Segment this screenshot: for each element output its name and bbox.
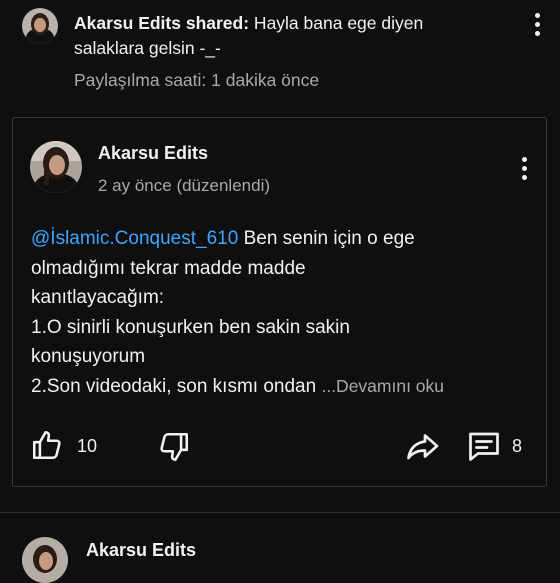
mention-link[interactable]: @İslamic.Conquest_610 [31,228,238,249]
thumb-down-icon [160,432,189,462]
body-line2: olmadığımı tekrar madde madde [31,257,306,279]
share-time: Paylaşılma saati: 1 dakika önce [74,70,320,90]
post-more-icon[interactable] [512,150,536,186]
share-icon [407,434,439,460]
post-author-avatar[interactable] [30,141,82,193]
share-more-icon[interactable] [525,6,549,42]
comment-count: 8 [512,436,523,456]
comment-icon [469,432,499,461]
thumb-up-icon [32,430,61,460]
share-message-line1: Hayla bana ege diyen [249,13,424,33]
like-count: 10 [77,436,98,456]
dislike-button[interactable] [157,429,191,465]
read-more-link[interactable]: ...Devamını oku [321,376,444,396]
sharer-avatar[interactable] [22,8,58,44]
post-time: 2 ay önce (düzenlendi) [98,176,271,195]
share-message-line2: salaklara gelsin -_- [74,38,221,58]
share-button[interactable] [404,428,440,464]
next-post-author[interactable]: Akarsu Edits [86,540,196,561]
body-line1-rest: Ben senin için o ege [238,228,415,249]
body-line3: kanıtlayacağım: [31,287,165,308]
body-line6: 2.Son videodaki, son kısmı ondan [31,375,322,397]
post-author[interactable]: Akarsu Edits [98,143,208,164]
body-line4: 1.O sinirli konuşurken ben sakin sakin [31,316,350,338]
like-button[interactable] [30,427,64,463]
post-divider [0,512,560,513]
shared-word: shared: [180,13,250,33]
post-body: @İslamic.Conquest_610 Ben senin için o e… [31,224,536,401]
next-post-avatar[interactable] [22,537,68,583]
share-message: Akarsu Edits shared: Hayla bana ege diye… [74,11,514,61]
body-line5: konuşuyorum [31,346,146,367]
share-author[interactable]: Akarsu Edits [74,13,181,33]
comment-button[interactable] [466,428,502,464]
